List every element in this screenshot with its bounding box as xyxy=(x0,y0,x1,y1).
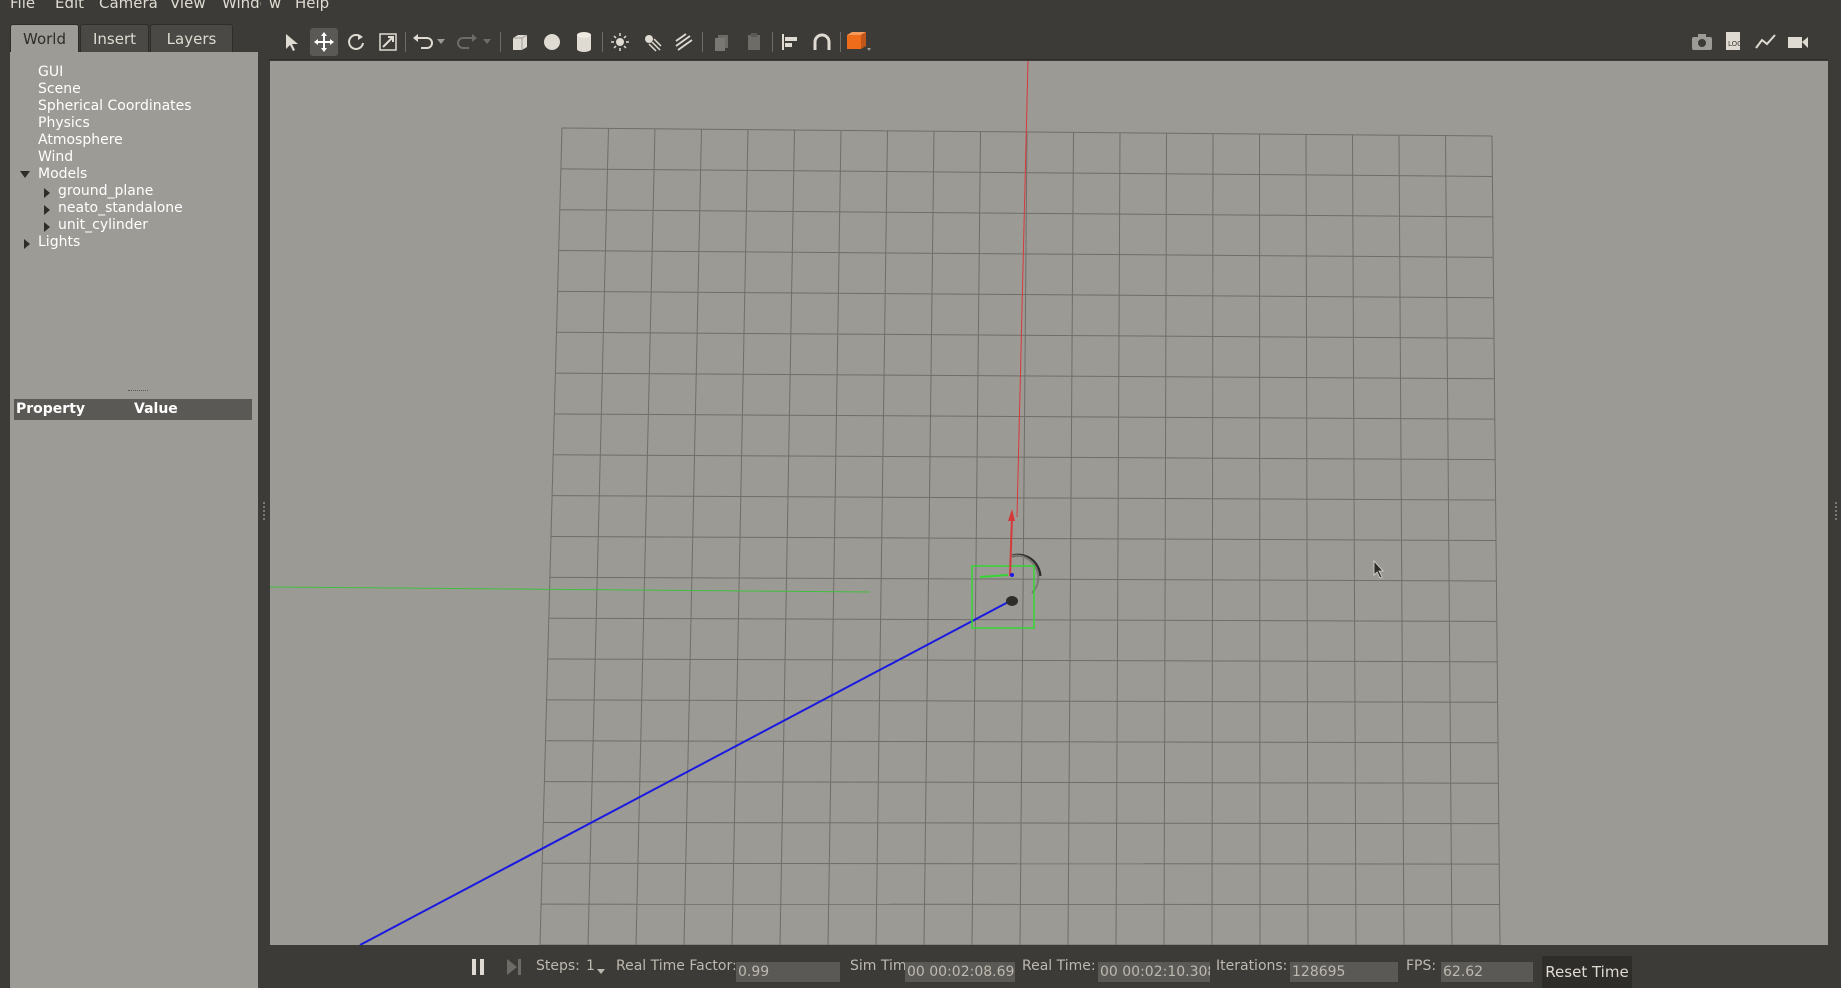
step-icon[interactable] xyxy=(500,953,528,981)
collapse-arrow-icon[interactable] xyxy=(44,222,50,232)
steps-value[interactable]: 1 xyxy=(586,945,595,988)
tab-world[interactable]: World xyxy=(10,24,79,52)
menu-edit[interactable]: Edit xyxy=(55,0,84,12)
reset-time-button[interactable]: Reset Time xyxy=(1542,956,1632,988)
redo-history-dropdown-icon[interactable] xyxy=(480,28,494,56)
collapse-arrow-icon[interactable] xyxy=(44,188,50,198)
z-axis-line xyxy=(1016,61,1029,518)
neato-robot-model[interactable] xyxy=(971,509,1042,629)
iterations-label: Iterations: xyxy=(1216,958,1288,974)
menu-view[interactable]: View xyxy=(170,0,206,12)
pause-icon[interactable] xyxy=(464,953,492,981)
tree-item-model[interactable]: neato_standalone xyxy=(58,200,183,217)
rotate-mode-icon[interactable] xyxy=(342,28,370,56)
tree-item-gui[interactable]: GUI xyxy=(38,64,63,81)
spot-light-icon[interactable] xyxy=(638,28,666,56)
align-icon[interactable] xyxy=(776,28,804,56)
scene-viewport[interactable] xyxy=(270,61,1828,945)
point-light-icon[interactable] xyxy=(606,28,634,56)
undo-icon[interactable] xyxy=(408,28,436,56)
cylinder-shape-icon[interactable] xyxy=(570,28,598,56)
y-axis-line xyxy=(270,586,871,593)
tree-item-model[interactable]: unit_cylinder xyxy=(58,217,148,234)
tree-item-spherical-coordinates[interactable]: Spherical Coordinates xyxy=(38,98,192,115)
directional-light-icon[interactable] xyxy=(670,28,698,56)
menu-camera[interactable]: Camera xyxy=(99,0,158,12)
snap-icon[interactable] xyxy=(808,28,836,56)
sphere-shape-icon[interactable] xyxy=(538,28,566,56)
expand-arrow-icon[interactable] xyxy=(20,171,30,178)
world-panel: GUI Scene Spherical Coordinates Physics … xyxy=(10,52,258,988)
splitter-grip-icon xyxy=(1835,502,1837,520)
real-time-factor-value: 0.99 xyxy=(736,962,840,982)
x-axis-line xyxy=(359,599,1013,945)
left-splitter[interactable] xyxy=(261,0,268,988)
right-splitter[interactable] xyxy=(1831,0,1841,988)
paste-icon[interactable] xyxy=(740,28,768,56)
screenshot-icon[interactable] xyxy=(1688,28,1716,56)
iterations-value: 128695 xyxy=(1290,962,1398,982)
left-panel: World Insert Layers GUI Scene Spherical … xyxy=(10,24,258,988)
collapse-arrow-icon[interactable] xyxy=(24,239,30,249)
tree-item-scene[interactable]: Scene xyxy=(38,81,81,98)
sim-time-value: 00 00:02:08.695 xyxy=(905,962,1015,982)
property-table-header: Property Value xyxy=(14,399,252,420)
steps-label: Steps: xyxy=(536,958,580,974)
svg-text:LOG: LOG xyxy=(1728,40,1743,48)
tree-item-atmosphere[interactable]: Atmosphere xyxy=(38,132,123,149)
menu-help[interactable]: Help xyxy=(295,0,329,12)
record-video-icon[interactable] xyxy=(1784,28,1812,56)
copy-icon[interactable] xyxy=(708,28,736,56)
tab-insert[interactable]: Insert xyxy=(80,24,149,52)
plot-icon[interactable] xyxy=(1752,28,1780,56)
redo-icon[interactable] xyxy=(454,28,482,56)
tree-item-model[interactable]: ground_plane xyxy=(58,183,153,200)
steps-dropdown-icon[interactable] xyxy=(597,969,605,975)
menu-window[interactable]: Window xyxy=(222,0,281,12)
panel-tabs: World Insert Layers xyxy=(10,24,258,52)
panel-splitter[interactable] xyxy=(128,390,148,392)
column-value[interactable]: Value xyxy=(134,399,178,420)
status-bar: Steps: 1 Real Time Factor: 0.99 Sim Time… xyxy=(270,945,1828,988)
tree-item-models[interactable]: Models xyxy=(38,166,87,183)
column-property[interactable]: Property xyxy=(16,399,85,420)
collapse-arrow-icon[interactable] xyxy=(44,205,50,215)
real-time-label: Real Time: xyxy=(1022,958,1096,974)
translate-mode-icon[interactable] xyxy=(310,28,338,56)
real-time-factor-label: Real Time Factor: xyxy=(616,958,737,974)
toolbar: LOG xyxy=(268,24,1828,60)
tree-item-wind[interactable]: Wind xyxy=(38,149,73,166)
undo-history-dropdown-icon[interactable] xyxy=(434,28,448,56)
menu-bar: File Edit Camera View Window Help xyxy=(0,0,1841,12)
log-icon[interactable]: LOG xyxy=(1720,28,1748,56)
menu-file[interactable]: File xyxy=(10,0,35,12)
box-shape-icon[interactable] xyxy=(506,28,534,56)
mouse-cursor-icon xyxy=(1373,559,1384,579)
scene-canvas[interactable] xyxy=(270,61,1828,945)
real-time-value: 00 00:02:10.308 xyxy=(1098,962,1210,982)
tree-item-lights[interactable]: Lights xyxy=(38,234,80,251)
tree-item-physics[interactable]: Physics xyxy=(38,115,90,132)
ground-grid xyxy=(539,127,1501,945)
fps-label: FPS: xyxy=(1406,958,1437,974)
fps-value: 62.62 xyxy=(1441,962,1533,982)
tab-layers[interactable]: Layers xyxy=(150,24,233,52)
select-mode-icon[interactable] xyxy=(278,28,306,56)
splitter-grip-icon xyxy=(263,502,265,520)
scale-mode-icon[interactable] xyxy=(374,28,402,56)
view-angle-icon[interactable] xyxy=(844,28,872,56)
